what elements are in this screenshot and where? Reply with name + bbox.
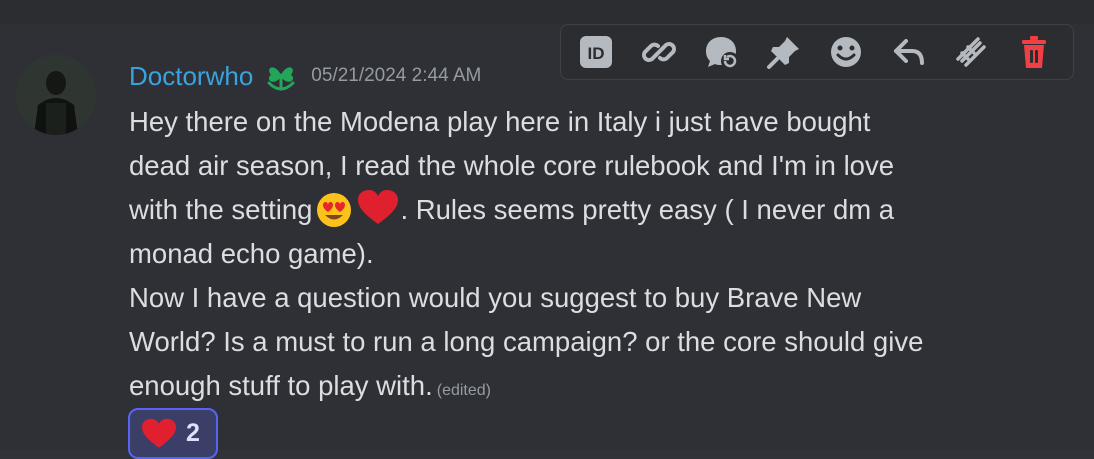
username[interactable]: Doctorwho	[129, 61, 253, 92]
pin-icon[interactable]	[761, 28, 808, 76]
message-line: with the setting. Rules seems pretty eas…	[129, 188, 1029, 232]
svg-text:ID: ID	[588, 44, 605, 63]
clover-leaf-icon[interactable]	[263, 59, 299, 93]
timestamp[interactable]: 05/21/2024 2:44 AM	[311, 65, 481, 87]
reply-icon[interactable]	[886, 28, 933, 76]
message-line: Hey there on the Modena play here in Ita…	[129, 106, 871, 137]
copy-id-icon[interactable]: ID	[573, 28, 620, 76]
mark-unread-icon[interactable]	[948, 28, 995, 76]
message-line: Now I have a question would you suggest …	[129, 282, 862, 313]
message-content: Hey there on the Modena play here in Ita…	[129, 100, 1029, 408]
reaction-count: 2	[186, 419, 200, 447]
edited-label[interactable]: (edited)	[437, 382, 491, 399]
red-heart-emoji[interactable]	[356, 188, 400, 228]
heart-eyes-emoji[interactable]	[312, 188, 356, 228]
create-thread-icon[interactable]	[698, 28, 745, 76]
copy-link-icon[interactable]	[636, 28, 683, 76]
message-line: World? Is a must to run a long campaign?…	[129, 326, 924, 357]
message-toolbar: ID	[560, 24, 1074, 80]
message-line: dead air season, I read the whole core r…	[129, 150, 895, 181]
message-line: enough stuff to play with. (edited)	[129, 370, 491, 401]
reaction-button[interactable]: 2	[128, 408, 218, 459]
avatar[interactable]	[16, 55, 96, 135]
previous-message-strip	[0, 0, 1094, 24]
chat-message: Doctorwho 05/21/2024 2:44 AM Hey there o…	[0, 24, 1094, 459]
delete-icon[interactable]	[1011, 28, 1058, 76]
message-line: monad echo game).	[129, 238, 374, 269]
red-heart-emoji	[140, 417, 178, 451]
add-reaction-icon[interactable]	[823, 28, 870, 76]
